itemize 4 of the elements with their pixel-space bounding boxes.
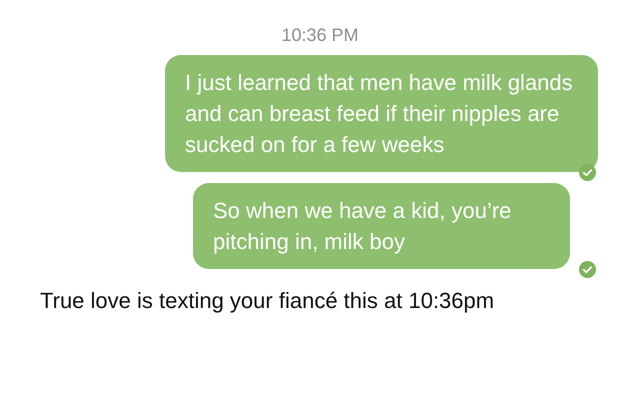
message-bubble: So when we have a kid, you’re pitching in, milk boy xyxy=(193,183,570,269)
caption-text: True love is texting your fiancé this at 10:36pm xyxy=(40,288,494,313)
message-time: 10:36 PM xyxy=(281,24,359,47)
message-bubble: I just learned that men have milk glands and can breast feed if their nipples are sucked on for a few weeks xyxy=(165,55,598,172)
